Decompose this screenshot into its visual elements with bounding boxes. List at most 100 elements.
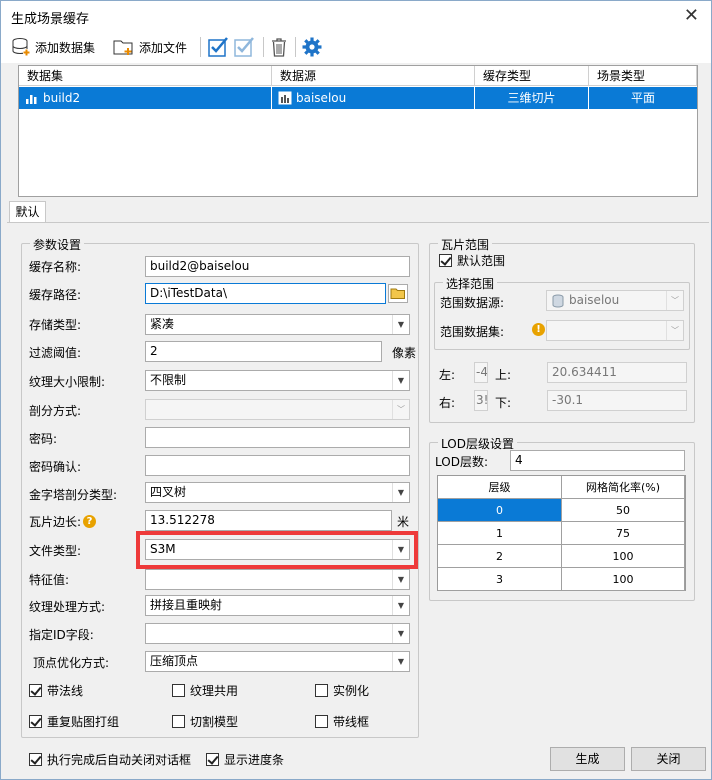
texture-limit-combo[interactable]: 不限制 ▼ [145, 370, 410, 391]
lod-count-input[interactable]: 4 [510, 450, 685, 471]
window-title: 生成场景缓存 [11, 12, 90, 27]
add-dataset-button[interactable]: 添加数据集 [11, 35, 95, 59]
password-input[interactable] [145, 427, 410, 448]
default-range-checkbox[interactable]: 默认范围 [439, 252, 505, 269]
feature-label: 特征值: [29, 573, 70, 587]
column-header-scene-type[interactable]: 场景类型 [589, 66, 697, 86]
folder-add-icon [113, 40, 133, 55]
params-group-title: 参数设置 [30, 236, 85, 253]
datasource-icon [278, 91, 292, 105]
column-header-datasource[interactable]: 数据源 [272, 66, 475, 86]
normal-checkbox[interactable]: 带法线 [29, 682, 83, 699]
instancing-checkbox[interactable]: 实例化 [315, 682, 369, 699]
checkbox-box[interactable] [172, 684, 185, 697]
checkbox-box[interactable] [29, 715, 42, 728]
title-bar: 生成场景缓存 ✕ [1, 1, 711, 31]
table-row[interactable]: build2 baiselou 三维切片 平面 [19, 87, 697, 109]
repeat-texture-group-checkbox-label: 重复贴图打组 [47, 715, 120, 729]
storage-type-value: 紧凑 [150, 317, 175, 331]
show-progress-checkbox[interactable]: 显示进度条 [206, 751, 284, 768]
cut-model-checkbox[interactable]: 切割模型 [172, 713, 238, 730]
repeat-texture-group-checkbox[interactable]: 重复贴图打组 [29, 713, 119, 730]
texture-limit-value: 不限制 [150, 373, 187, 387]
chevron-down-icon[interactable]: ▼ [392, 652, 409, 671]
trash-icon [272, 38, 286, 57]
chevron-down-icon[interactable]: ▼ [392, 540, 409, 559]
file-type-combo[interactable]: S3M ▼ [145, 539, 410, 560]
texture-share-checkbox[interactable]: 纹理共用 [172, 682, 238, 699]
row-datasource-text: baiselou [296, 91, 347, 105]
folder-icon [390, 288, 405, 299]
add-dataset-label: 添加数据集 [35, 40, 96, 55]
select-range-group-title: 选择范围 [443, 275, 498, 292]
browse-folder-button[interactable] [388, 284, 408, 303]
checkbox-box[interactable] [315, 715, 328, 728]
lod-cell-level[interactable]: 3 [438, 568, 562, 591]
storage-type-combo[interactable]: 紧凑 ▼ [145, 314, 410, 335]
lod-cell-rate[interactable]: 100 [562, 568, 685, 591]
toolbar-separator [200, 37, 201, 57]
close-button[interactable]: 关闭 [631, 747, 706, 771]
chevron-down-icon[interactable]: ▼ [392, 596, 409, 615]
right-input: 3! [474, 390, 488, 411]
lod-header-level: 层级 [438, 476, 562, 499]
range-source-value: baiselou [569, 293, 620, 307]
range-dataset-label: 范围数据集: [440, 325, 505, 339]
checkbox-box[interactable] [172, 715, 185, 728]
lod-cell-rate[interactable]: 100 [562, 545, 685, 568]
password-label: 密码: [29, 432, 58, 446]
chevron-down-icon[interactable]: ▼ [392, 624, 409, 643]
cache-path-input[interactable]: D:\iTestData\ [145, 283, 386, 304]
chevron-down-icon[interactable]: ▼ [392, 483, 409, 502]
lod-cell-rate[interactable]: 75 [562, 522, 685, 545]
checkbox-box[interactable] [315, 684, 328, 697]
chevron-down-icon[interactable]: ▼ [392, 315, 409, 334]
dataset-table: 数据集 数据源 缓存类型 场景类型 build2 baiselou 三维切片 平… [18, 65, 698, 197]
lod-cell-rate[interactable]: 50 [562, 499, 685, 522]
delete-button[interactable] [269, 35, 289, 59]
lod-cell-level[interactable]: 1 [438, 522, 562, 545]
invert-select-button[interactable] [233, 35, 255, 59]
filter-threshold-input[interactable]: 2 [145, 341, 382, 362]
close-icon[interactable]: ✕ [684, 5, 699, 26]
settings-button[interactable] [301, 35, 323, 59]
cache-name-label: 缓存名称: [29, 260, 82, 274]
vertex-opt-value: 压缩顶点 [150, 654, 199, 668]
texture-process-combo[interactable]: 拼接且重映射 ▼ [145, 595, 410, 616]
lod-cell-level[interactable]: 2 [438, 545, 562, 568]
database-add-icon [12, 38, 30, 56]
checkbox-box[interactable] [29, 753, 42, 766]
show-progress-label: 显示进度条 [224, 753, 285, 767]
tab-default[interactable]: 默认 [9, 201, 46, 223]
checkbox-box[interactable] [206, 753, 219, 766]
tile-edge-input[interactable]: 13.512278 [145, 510, 392, 531]
split-mode-combo: ﹀ [145, 399, 410, 420]
id-field-combo[interactable]: ▼ [145, 623, 410, 644]
pyramid-type-combo[interactable]: 四叉树 ▼ [145, 482, 410, 503]
table-cell-cache-type: 三维切片 [475, 87, 589, 109]
generate-button[interactable]: 生成 [550, 747, 625, 771]
column-header-cache-type[interactable]: 缓存类型 [475, 66, 589, 86]
lod-group-title: LOD层级设置 [438, 435, 517, 452]
checkbox-box[interactable] [439, 254, 452, 267]
lod-cell-level[interactable]: 0 [438, 499, 562, 522]
chevron-down-icon[interactable]: ▼ [392, 371, 409, 390]
wireframe-checkbox[interactable]: 带线框 [315, 713, 369, 730]
range-source-combo: baiselou ﹀ [546, 290, 684, 311]
add-file-button[interactable]: 添加文件 [113, 35, 187, 59]
texture-process-value: 拼接且重映射 [150, 598, 223, 612]
checkbox-box[interactable] [29, 684, 42, 697]
cache-name-input[interactable]: build2@baiselou [145, 256, 410, 277]
vertex-opt-combo[interactable]: 压缩顶点 ▼ [145, 651, 410, 672]
feature-combo[interactable]: ▼ [145, 569, 410, 590]
help-icon[interactable]: ? [83, 515, 97, 528]
auto-close-checkbox[interactable]: 执行完成后自动关闭对话框 [29, 751, 191, 768]
tile-edge-unit: 米 [397, 515, 410, 529]
check-all-icon [208, 37, 228, 57]
password-confirm-input[interactable] [145, 455, 410, 476]
select-all-button[interactable] [207, 35, 229, 59]
chevron-down-icon[interactable]: ▼ [392, 570, 409, 589]
tile-edge-label: 瓦片边长: [29, 515, 82, 529]
row-dataset-text: build2 [43, 91, 81, 105]
column-header-dataset[interactable]: 数据集 [19, 66, 272, 86]
